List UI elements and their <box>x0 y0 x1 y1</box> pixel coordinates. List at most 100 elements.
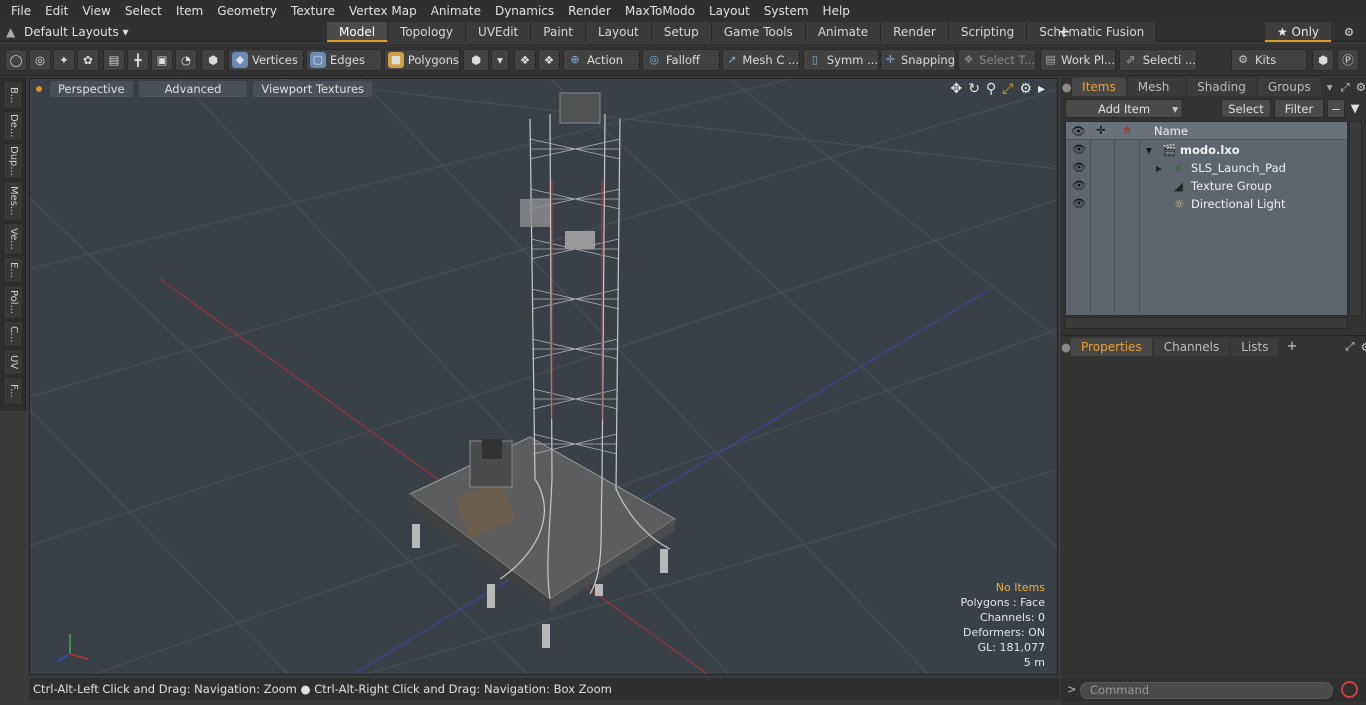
menu-texture[interactable]: Texture <box>284 0 342 22</box>
tab-animate[interactable]: Animate <box>805 22 882 42</box>
eye-icon[interactable]: 👁 <box>1072 180 1086 192</box>
palette-uv[interactable]: UV <box>3 349 23 375</box>
filter-button[interactable]: Filter <box>1274 99 1324 118</box>
symmetry-y-icon[interactable]: ❖ <box>538 49 560 71</box>
tabs-chevron-down-icon[interactable]: ▾ <box>1327 80 1333 94</box>
menu-layout[interactable]: Layout <box>702 0 757 22</box>
expand-arrow-icon[interactable]: ▾ <box>1146 141 1152 159</box>
polygons-button[interactable]: ■ Polygons <box>384 49 460 71</box>
menu-system[interactable]: System <box>757 0 816 22</box>
menu-edit[interactable]: Edit <box>38 0 75 22</box>
tab-paint[interactable]: Paint <box>531 22 586 42</box>
menu-help[interactable]: Help <box>816 0 857 22</box>
selection-sets-button[interactable]: ⬀ Selecti ... <box>1119 49 1197 71</box>
advanced-button[interactable]: Advanced <box>138 81 248 97</box>
tree-row-mesh[interactable]: 👁 ▸ ⋔ SLS_Launch_Pad <box>1066 159 1347 177</box>
panel-gear-icon[interactable]: ⚙ <box>1361 340 1366 354</box>
maximize-icon[interactable]: ⤢ <box>1002 81 1013 97</box>
tab-setup[interactable]: Setup <box>651 22 712 42</box>
gear-icon[interactable]: ⚙ <box>1338 22 1360 42</box>
tab-layout[interactable]: Layout <box>585 22 652 42</box>
viewport-gear-icon[interactable]: ⚙ <box>1019 81 1032 97</box>
orbit-icon[interactable]: ↻ <box>968 81 980 97</box>
tab-shading[interactable]: Shading <box>1187 78 1256 96</box>
3d-viewport[interactable]: Perspective Advanced Viewport Textures ✥… <box>29 78 1058 675</box>
add-item-button[interactable]: Add Item ▾ <box>1065 99 1183 118</box>
add-tab-button[interactable]: + <box>1057 22 1071 42</box>
maximize-panel-icon[interactable]: ⤢ <box>1345 339 1354 354</box>
tab-game-tools[interactable]: Game Tools <box>711 22 806 42</box>
tree-row-light[interactable]: 👁 ☼ Directional Light <box>1066 195 1347 213</box>
align-icon[interactable]: ▤ <box>103 49 125 71</box>
menu-vertex-map[interactable]: Vertex Map <box>342 0 424 22</box>
palette-mesh-edit[interactable]: Mes... <box>3 181 23 221</box>
funnel-icon[interactable]: ▼ <box>1347 99 1363 118</box>
only-toggle-button[interactable]: ★ Only <box>1265 22 1331 42</box>
chevron-down-icon[interactable]: ▾ <box>491 49 509 71</box>
brush-icon[interactable]: ✿ <box>77 49 99 71</box>
panel-gear-icon[interactable]: ⚙ <box>1356 80 1366 94</box>
action-center-button[interactable]: ⊕ Action <box>563 49 640 71</box>
collapse-arrow-icon[interactable]: ▸ <box>1156 159 1162 177</box>
tab-mesh[interactable]: Mesh ... <box>1127 78 1186 112</box>
menu-maxtomodo[interactable]: MaxToModo <box>618 0 702 22</box>
circle-select-icon[interactable]: ◯ <box>5 49 27 71</box>
edges-button[interactable]: ▢ Edges <box>306 49 382 71</box>
mesh-constraint-button[interactable]: ➚ Mesh C ... <box>722 49 800 71</box>
pan-icon[interactable]: ✥ <box>950 81 962 97</box>
tab-render[interactable]: Render <box>881 22 949 42</box>
tab-scripting[interactable]: Scripting <box>948 22 1028 42</box>
tab-topology[interactable]: Topology <box>388 22 467 42</box>
symmetry-button[interactable]: ▯ Symm ... <box>803 49 879 71</box>
unreal-logo-icon[interactable]: Ⓟ <box>1337 49 1359 71</box>
palette-deform[interactable]: De... <box>3 111 23 141</box>
kits-button[interactable]: ⚙ Kits <box>1231 49 1307 71</box>
palette-duplicate[interactable]: Dup... <box>3 143 23 179</box>
item-mode-icon[interactable]: ⬢ <box>201 49 225 71</box>
falloff-button[interactable]: ◎ Falloff <box>642 49 720 71</box>
menu-animate[interactable]: Animate <box>424 0 488 22</box>
material-mode-icon[interactable]: ⬢ <box>463 49 489 71</box>
work-plane-button[interactable]: ▤ Work Pl... <box>1040 49 1116 71</box>
menu-item[interactable]: Item <box>169 0 210 22</box>
vertices-button[interactable]: ◆ Vertices <box>228 49 304 71</box>
palette-curve[interactable]: C... <box>3 321 23 347</box>
palette-polygon[interactable]: Pol... <box>3 285 23 319</box>
panel-dot-icon[interactable]: ● <box>1061 340 1071 354</box>
menu-select[interactable]: Select <box>118 0 169 22</box>
select-through-button[interactable]: ❖ Select T... <box>958 49 1036 71</box>
launch-pad-model[interactable] <box>409 92 676 648</box>
eye-icon[interactable]: 👁 <box>1072 198 1086 210</box>
snapping-button[interactable]: ✛ Snapping <box>880 49 956 71</box>
palette-vertex[interactable]: Ve... <box>3 223 23 255</box>
add-panel-tab-button[interactable]: + <box>1286 339 1297 354</box>
column-name-header[interactable]: Name <box>1154 124 1188 138</box>
panel-dot-icon[interactable]: ● <box>1061 80 1072 94</box>
palette-edge[interactable]: E... <box>3 257 23 283</box>
tab-model[interactable]: Model <box>327 22 389 42</box>
viewport-textures-button[interactable]: Viewport Textures <box>253 81 373 97</box>
tab-uvedit[interactable]: UVEdit <box>466 22 532 42</box>
menu-render[interactable]: Render <box>561 0 618 22</box>
tab-properties[interactable]: Properties <box>1071 337 1152 356</box>
tree-vertical-scrollbar[interactable] <box>1349 121 1362 316</box>
symmetry-x-icon[interactable]: ❖ <box>514 49 536 71</box>
cube-icon[interactable]: ⬢ <box>1312 49 1334 71</box>
collapse-icon[interactable]: − <box>1327 99 1345 118</box>
tab-channels[interactable]: Channels <box>1153 337 1230 356</box>
menu-view[interactable]: View <box>75 0 117 22</box>
menu-dynamics[interactable]: Dynamics <box>488 0 561 22</box>
select-button[interactable]: Select <box>1221 99 1271 118</box>
zoom-icon[interactable]: ⚲ <box>986 81 996 97</box>
menu-geometry[interactable]: Geometry <box>210 0 284 22</box>
globe-icon[interactable]: ◎ <box>29 49 51 71</box>
rotate-icon[interactable]: ◔ <box>175 49 197 71</box>
tab-lists[interactable]: Lists <box>1231 337 1279 356</box>
tab-schematic-fusion[interactable]: Schematic Fusion <box>1027 22 1158 42</box>
tab-items[interactable]: Items <box>1072 78 1126 96</box>
pen-tool-icon[interactable]: ✦ <box>53 49 75 71</box>
viewport-menu-dot-icon[interactable] <box>36 86 42 92</box>
tab-groups[interactable]: Groups <box>1257 78 1321 96</box>
center-icon[interactable]: ╋ <box>127 49 149 71</box>
eye-icon[interactable]: 👁 <box>1072 144 1086 156</box>
